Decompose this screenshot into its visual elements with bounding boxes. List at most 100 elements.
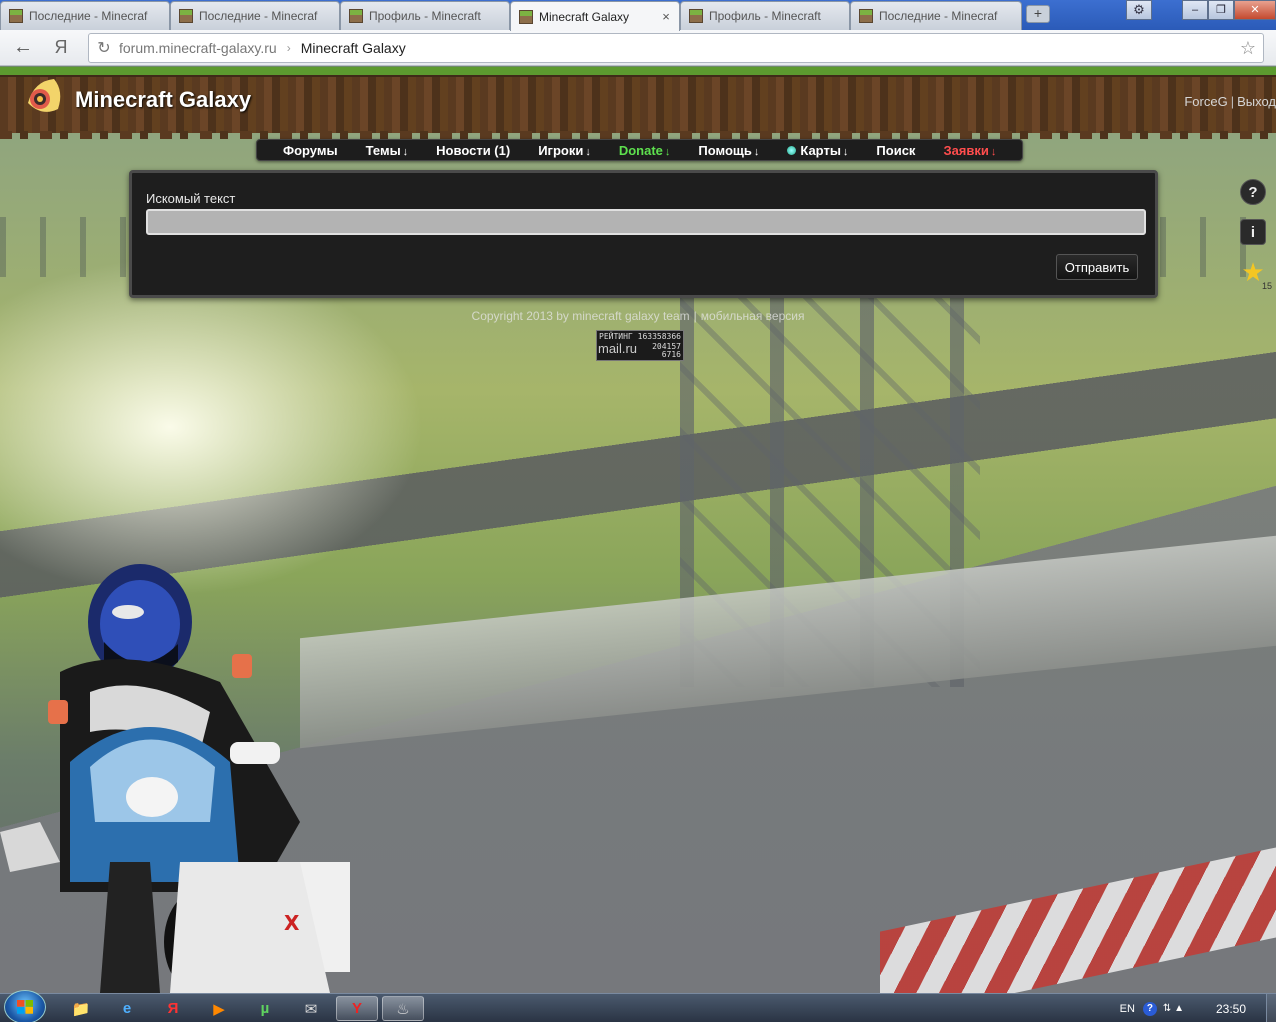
minimize-button[interactable]: – [1182,0,1208,20]
nav-label: Игроки [538,142,584,158]
minecraft-favicon-icon [9,9,23,23]
dropdown-arrow-icon: ↓ [842,145,849,158]
browser-tab-active[interactable]: Minecraft Galaxy × [510,1,680,31]
bookmark-star-icon[interactable]: ☆ [1233,38,1263,59]
tab-title: Minecraft Galaxy [539,9,630,24]
nav-item-donate[interactable]: Donate ↓ [619,143,671,158]
site-header: Minecraft Galaxy ForceG | Выход [0,67,1276,139]
counter-stat: 6716 [661,350,681,359]
nav-label: Заявки [943,142,989,158]
counter-rating-id: 163358366 [637,332,681,341]
counter-brand-wrap: mail.ru [598,341,638,356]
footer: Copyright 2013 by minecraft galaxy team |… [0,309,1276,323]
background-kerb [880,842,1276,993]
link-separator: | [1230,94,1235,109]
address-bar[interactable]: ↻ forum.minecraft-galaxy.ru › Minecraft … [88,33,1264,63]
dropdown-arrow-icon: ↓ [402,145,409,158]
url-separator: › [286,41,291,55]
nav-label: Помощь [698,142,752,158]
nav-label: Темы [365,142,401,158]
tab-title: Профиль - Minecraft [369,9,481,23]
tab-title: Профиль - Minecraft [709,9,821,23]
internet-explorer-icon[interactable]: e [106,996,148,1021]
url-host: forum.minecraft-galaxy.ru [119,40,277,56]
nav-item-news[interactable]: Новости (1) [436,143,510,158]
submit-button[interactable]: Отправить [1056,254,1138,280]
nav-label: Форумы [283,142,338,158]
mailru-logo: mail.ru [598,341,638,356]
copyright-text: Copyright 2013 by minecraft galaxy team [471,309,690,323]
start-button[interactable] [4,990,46,1022]
url-page-title: Minecraft Galaxy [300,40,406,56]
nav-label: Новости (1) [436,142,511,158]
yandex-app-icon[interactable]: Y [336,996,378,1021]
galaxy-logo-icon[interactable] [24,75,66,117]
utorrent-icon[interactable]: µ [244,996,286,1021]
footer-separator: | [693,309,697,323]
nav-label: Donate [618,142,663,158]
media-player-icon[interactable]: ▶ [198,996,240,1021]
username-link[interactable]: ForceG [1184,94,1227,109]
nav-label: Поиск [876,142,916,158]
minecraft-favicon-icon [519,9,533,24]
system-tray: EN ? ⇅ ▲ 23:50 [1120,994,1276,1022]
dropdown-arrow-icon: ↓ [753,145,760,158]
dropdown-arrow-icon: ↓ [990,145,997,158]
nav-item-forums[interactable]: Форумы [283,143,338,158]
motorcycle-rider-illustration: Ⅹ [0,564,350,993]
clock[interactable]: 23:50 [1216,1002,1246,1016]
favorites-star-icon[interactable]: ★ 15 [1240,259,1272,291]
info-icon[interactable]: i [1240,219,1266,245]
yandex-icon[interactable]: Я [48,36,74,60]
minecraft-favicon-icon [349,9,363,23]
search-input[interactable] [146,209,1146,235]
nav-item-help[interactable]: Помощь ↓ [698,143,759,158]
mail-agent-icon[interactable]: ✉ [290,996,332,1021]
maximize-button[interactable]: ❐ [1208,0,1234,20]
new-tab-button[interactable]: + [1026,5,1050,23]
network-icon[interactable]: ⇅ ▲ [1163,1003,1184,1014]
tab-title: Последние - Minecraf [879,9,998,23]
dropdown-arrow-icon: ↓ [664,145,671,158]
back-arrow-icon[interactable]: ← [10,36,36,60]
search-panel: Искомый текст Отправить [129,170,1158,298]
nav-item-search[interactable]: Поиск [876,143,915,158]
nav-item-applications[interactable]: Заявки ↓ [943,143,996,158]
nav-item-topics[interactable]: Темы ↓ [366,143,409,158]
tab-title: Последние - Minecraf [199,9,318,23]
settings-gear-icon[interactable]: ⚙ [1126,0,1152,20]
dropdown-arrow-icon: ↓ [585,145,591,158]
nav-item-maps[interactable]: Карты ↓ [787,143,848,158]
side-icons: ? i ★ 15 [1240,179,1272,299]
steam-icon[interactable]: ♨ [382,996,424,1021]
explorer-folder-icon[interactable]: 📁 [60,996,102,1021]
browser-tab[interactable]: Последние - Minecraf [170,1,340,30]
globe-dot-icon [787,145,797,155]
yandex-browser-icon[interactable]: Я [152,996,194,1021]
site-logo-text[interactable]: Minecraft Galaxy [75,87,251,113]
browser-tab[interactable]: Последние - Minecraf [0,1,170,30]
show-desktop-button[interactable] [1266,994,1276,1022]
close-window-button[interactable]: ✕ [1234,0,1276,20]
web-page: Ⅹ Minecraft Galaxy ForceG | Выход Форумы Т… [0,67,1276,993]
main-nav: Форумы Темы ↓ Новости (1) Игроки ↓ Donate ↓… [256,139,1024,161]
reload-icon[interactable]: ↻ [89,38,119,58]
nav-item-players[interactable]: Игроки ↓ [538,143,591,158]
mailru-rating-counter[interactable]: РЕЙТИНГ 163358366 mail.ru 204157 6716 [596,330,684,361]
language-indicator[interactable]: EN [1120,1003,1135,1015]
mobile-version-link[interactable]: мобильная версия [701,309,805,323]
windows-taskbar: 📁 e Я ▶ µ ✉ Y ♨ EN ? ⇅ ▲ 23:50 [0,990,1276,1022]
browser-tab[interactable]: Профиль - Minecraft [340,1,510,30]
counter-rating-label: РЕЙТИНГ [599,332,633,341]
browser-toolbar: ← Я ↻ forum.minecraft-galaxy.ru › Minecr… [0,30,1276,66]
tab-close-icon[interactable]: × [657,9,675,24]
user-links: ForceG | Выход [1184,94,1276,109]
minecraft-favicon-icon [689,9,703,23]
search-label: Искомый текст [146,191,236,206]
tray-help-icon[interactable]: ? [1142,1001,1157,1016]
browser-tab[interactable]: Последние - Minecraf [850,1,1022,30]
help-question-icon[interactable]: ? [1240,179,1266,205]
browser-tab[interactable]: Профиль - Minecraft [680,1,850,30]
minecraft-favicon-icon [859,9,873,23]
logout-link[interactable]: Выход [1237,94,1276,109]
